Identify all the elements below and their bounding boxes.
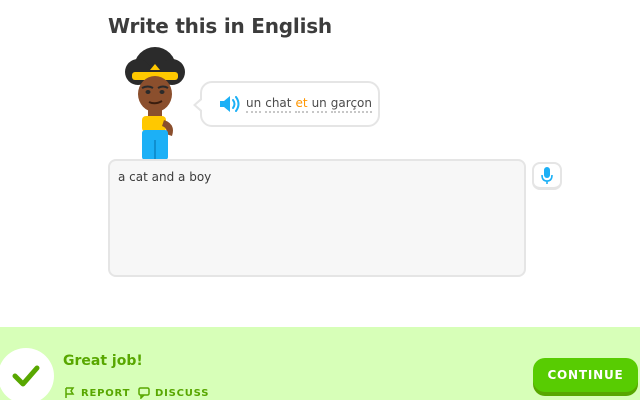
feedback-message: Great job!: [63, 353, 143, 369]
prompt-word[interactable]: chat: [265, 96, 292, 113]
answer-input[interactable]: a cat and a boy: [108, 159, 526, 277]
prompt-word[interactable]: un: [246, 96, 262, 113]
feedback-footer: Great job! REPORT DISCUSS CONTINUE: [0, 327, 640, 400]
prompt-phrase: un chat et un garçon: [246, 96, 372, 113]
comment-icon: [138, 387, 150, 399]
microphone-button[interactable]: [532, 162, 562, 190]
report-link[interactable]: REPORT: [64, 387, 130, 399]
prompt-bubble: un chat et un garçon: [193, 81, 380, 127]
character-illustration: [125, 47, 185, 160]
page-title: Write this in English: [108, 14, 332, 38]
report-label: REPORT: [81, 387, 131, 399]
prompt-word-highlighted[interactable]: et: [295, 96, 308, 113]
flag-icon: [65, 387, 75, 398]
prompt-word[interactable]: garçon: [330, 96, 372, 113]
discuss-link[interactable]: DISCUSS: [138, 387, 209, 399]
continue-button[interactable]: CONTINUE: [533, 358, 638, 392]
prompt-word[interactable]: un: [311, 96, 327, 113]
microphone-icon: [541, 166, 553, 184]
speaker-icon[interactable]: [218, 94, 242, 114]
discuss-label: DISCUSS: [155, 387, 210, 399]
checkmark-icon: [12, 365, 40, 387]
status-badge: [0, 348, 54, 400]
